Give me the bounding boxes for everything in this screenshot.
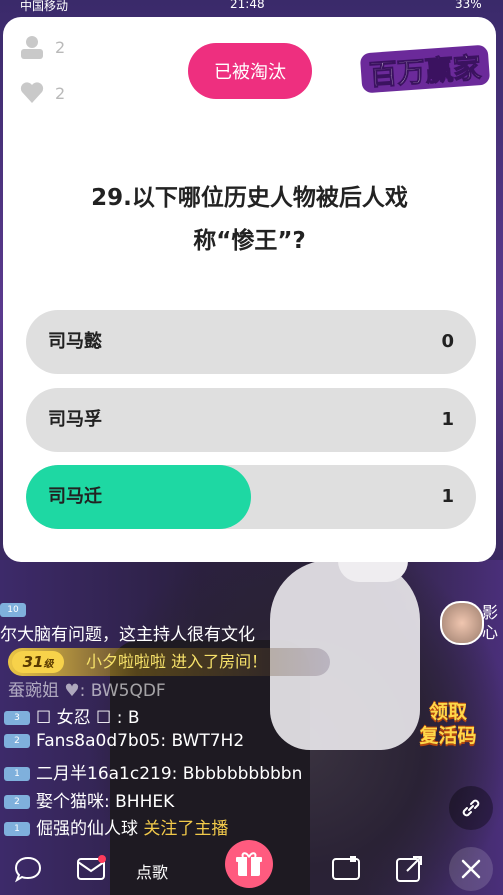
answer-option-3-label: 司马迁 — [48, 486, 102, 507]
question-line-1: 29.以下哪位历史人物被后人戏 — [91, 185, 408, 211]
chat-message-text: ☐ 女忍 ☐ : B — [36, 708, 140, 728]
close-icon — [461, 859, 481, 879]
chat-message: 1 倔强的仙人球 关注了主播 — [4, 814, 228, 839]
clock: 21:48 — [230, 0, 265, 11]
promo-line-1: 领取 — [428, 701, 467, 723]
follow-notice: 关注了主播 — [143, 819, 229, 839]
answer-option-2[interactable]: 司马孚 1 — [26, 388, 476, 452]
chat-level-row: 10 — [0, 600, 32, 620]
screen-icon[interactable] — [330, 854, 362, 884]
carrier-label: 中国移动 — [20, 0, 69, 13]
brand-logo: 百万赢家 — [360, 45, 490, 93]
like-count: 2 — [19, 80, 65, 106]
question-line-2: 称“惨王”? — [193, 228, 306, 254]
question-text: 29.以下哪位历史人物被后人戏 称“惨王”? — [43, 177, 456, 263]
chat-message: 2 Fans8a0d7b05: BWT7H2 — [4, 731, 244, 751]
chat-message: 3 ☐ 女忍 ☐ : B — [4, 703, 140, 728]
chat-message-text: Fans8a0d7b05: BWT7H2 — [36, 731, 245, 751]
chat-message-text: 倔强的仙人球 — [36, 819, 144, 839]
answer-option-3[interactable]: 司马迁 1 — [26, 465, 476, 529]
room-entry-banner: 31级 小夕啦啦啦 进入了房间！ — [8, 648, 330, 676]
message-icon[interactable] — [76, 855, 106, 883]
like-count-value: 2 — [55, 83, 66, 103]
answer-option-1[interactable]: 司马懿 0 — [26, 310, 476, 374]
level-badge: 3 — [4, 711, 30, 725]
level-badge: 2 — [4, 734, 30, 748]
share-icon[interactable] — [393, 853, 425, 885]
battery-label: 33% — [455, 0, 482, 11]
chat-message-text: 二月半16a1c219: Bbbbbbbbbbn — [36, 764, 303, 784]
song-request-button[interactable]: 点歌 — [136, 859, 168, 883]
answer-option-2-count: 1 — [441, 409, 454, 430]
entry-text: 小夕啦啦啦 进入了房间！ — [86, 652, 268, 671]
chat-message: 2 娶个猫咪: BHHEK — [4, 787, 174, 812]
entry-level-suffix: 级 — [43, 659, 54, 670]
chat-message-text: 娶个猫咪: BHHEK — [36, 792, 175, 812]
answer-option-3-count: 1 — [441, 486, 454, 507]
level-badge: 2 — [4, 795, 30, 809]
viewer-count: 2 — [19, 34, 65, 60]
side-user-text: 影 心 — [482, 603, 498, 643]
level-badge: 10 — [0, 603, 26, 617]
link-button[interactable] — [449, 786, 493, 830]
person-icon — [21, 36, 43, 59]
revive-code-promo[interactable]: 领取 复活码 — [408, 700, 488, 762]
side-user-avatar[interactable] — [440, 601, 484, 645]
quiz-card: 2 2 已被淘汰 百万赢家 29.以下哪位历史人物被后人戏 称“惨王”? 司马懿… — [3, 17, 496, 562]
viewer-count-value: 2 — [55, 37, 66, 57]
promo-line-2: 复活码 — [419, 725, 477, 747]
close-button[interactable] — [449, 847, 493, 891]
side-text-2: 心 — [482, 623, 499, 642]
eliminated-badge: 已被淘汰 — [188, 43, 312, 99]
chat-message: 1 二月半16a1c219: Bbbbbbbbbbn — [4, 759, 302, 784]
chat-message: 尔大脑有问题，这主持人很有文化 — [0, 625, 255, 645]
level-badge: 1 — [4, 767, 30, 781]
gift-icon — [236, 852, 262, 876]
side-text-1: 影 — [482, 603, 499, 622]
answer-option-1-label: 司马懿 — [48, 331, 102, 352]
link-icon — [462, 799, 480, 817]
chat-message: 蚕豌姐 ♥: BW5QDF — [8, 681, 166, 701]
answer-option-2-label: 司马孚 — [48, 409, 102, 430]
heart-icon — [20, 82, 44, 103]
entry-level-badge: 31级 — [12, 651, 64, 673]
level-badge: 1 — [4, 822, 30, 836]
entry-level: 31 — [22, 653, 44, 671]
gift-button[interactable] — [225, 840, 273, 888]
status-bar: 中国移动 21:48 33% — [0, 0, 503, 14]
answer-option-1-count: 0 — [441, 331, 454, 352]
comment-icon[interactable] — [12, 853, 44, 885]
